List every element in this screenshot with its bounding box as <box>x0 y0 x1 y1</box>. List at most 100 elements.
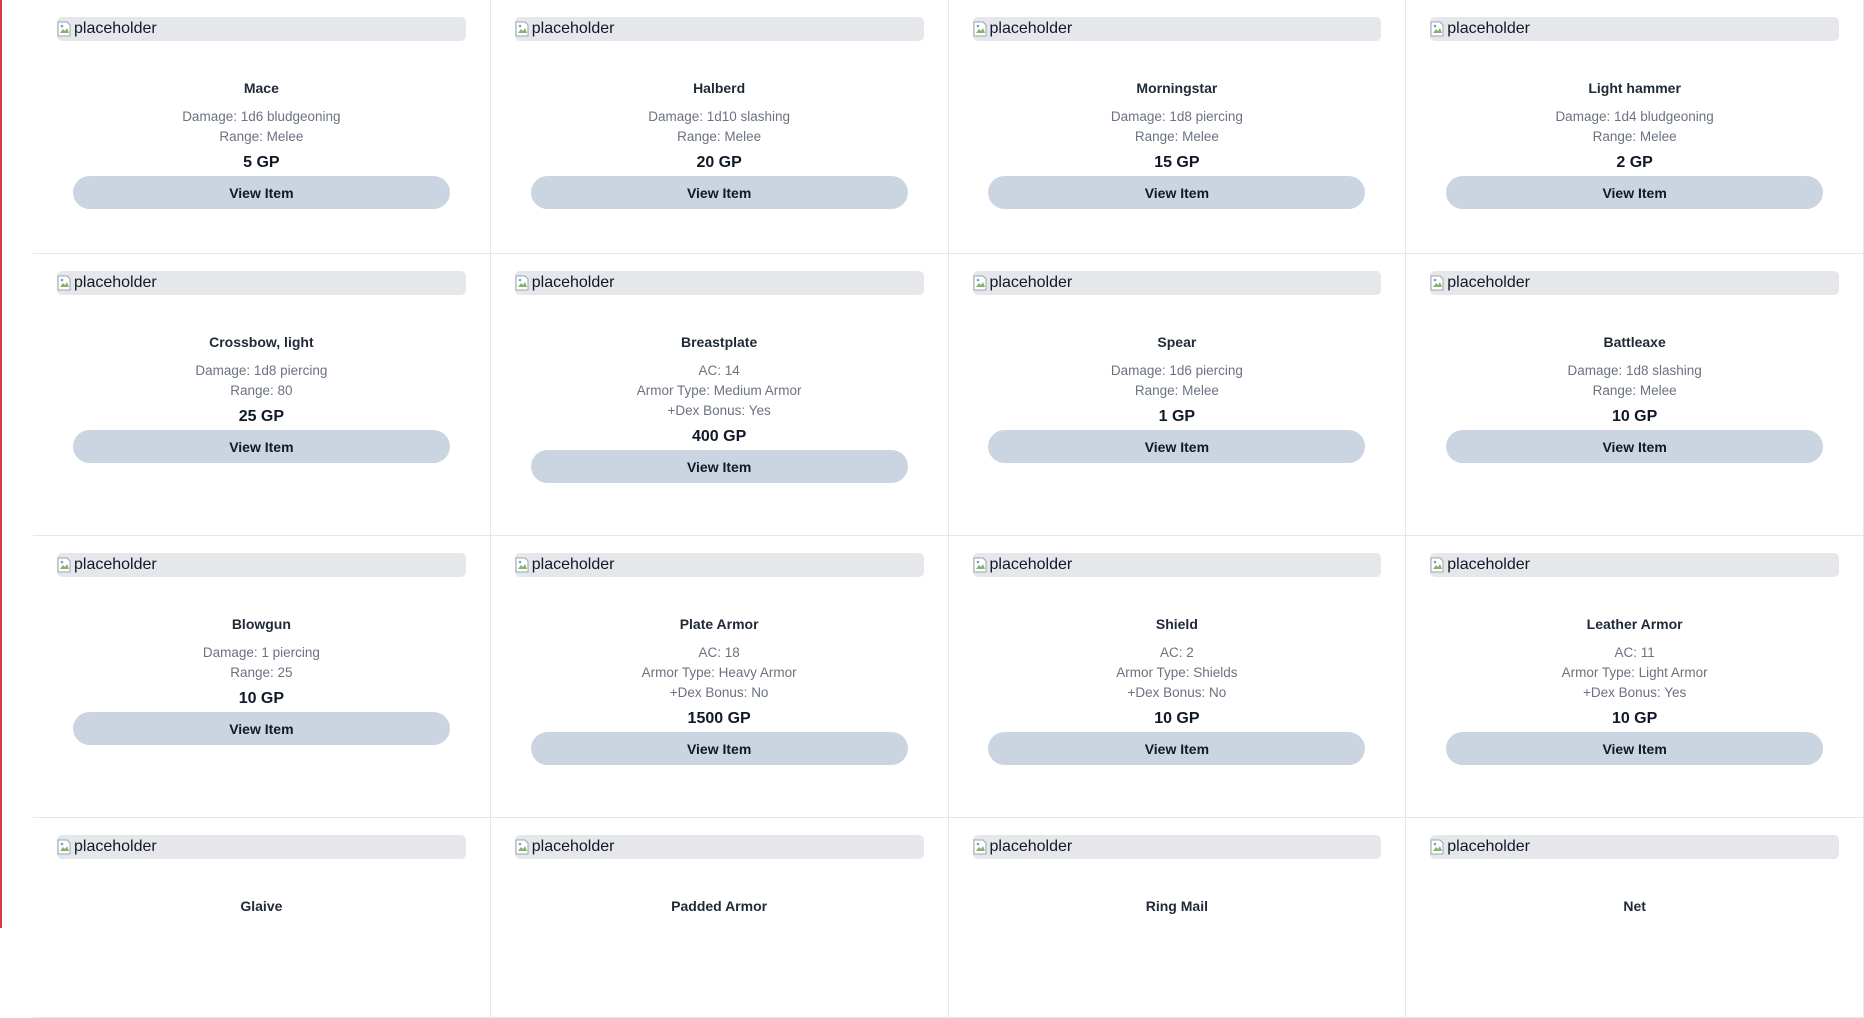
item-stat: Damage: 1d6 piercing <box>1110 363 1243 378</box>
item-name: Leather Armor <box>1586 616 1683 632</box>
view-item-button[interactable]: View Item <box>530 176 908 209</box>
item-stats: Damage: 1d6 piercing Range: Melee <box>1111 361 1243 401</box>
item-price: 10 GP <box>1611 710 1658 727</box>
item-image: placeholder <box>1430 835 1839 859</box>
item-image: placeholder <box>514 835 924 859</box>
broken-image-icon <box>57 21 71 37</box>
item-image: placeholder <box>514 553 924 577</box>
item-stat: Damage: 1 piercing <box>202 645 320 660</box>
item-name: Mace <box>243 80 279 96</box>
item-stat: Range: Melee <box>219 129 304 144</box>
broken-image-icon <box>1430 839 1444 855</box>
item-stat: Damage: 1d10 slashing <box>648 109 791 124</box>
item-name: Spear <box>1157 334 1197 350</box>
item-card-ring-mail: placeholder Ring Mail <box>948 818 1407 1018</box>
item-price: 10 GP <box>238 690 285 707</box>
item-card-spear: placeholder Spear Damage: 1d6 piercing Rang… <box>948 254 1407 536</box>
broken-image-icon <box>57 275 71 291</box>
broken-image-icon <box>973 557 986 573</box>
item-stat: Range: Melee <box>1592 383 1677 398</box>
item-grid: placeholder Mace Damage: 1d6 bludgeoning Ra… <box>33 0 1864 1018</box>
view-item-button[interactable]: View Item <box>1446 176 1824 209</box>
item-stats: AC: 18 Armor Type: Heavy Armor +Dex Bonus:… <box>642 643 797 703</box>
item-stat: Range: Melee <box>1134 129 1219 144</box>
item-stat: Armor Type: Light Armor <box>1561 665 1708 680</box>
item-card-net: placeholder Net <box>1406 818 1864 1018</box>
item-name: Light hammer <box>1588 80 1681 96</box>
item-card-battleaxe: placeholder Battleaxe Damage: 1d8 slashing… <box>1406 254 1864 536</box>
item-stats: AC: 2 Armor Type: Shields +Dex Bonus: No <box>1116 643 1237 703</box>
view-item-button[interactable]: View Item <box>988 176 1366 209</box>
item-image: placeholder <box>1430 271 1839 295</box>
item-name: Blowgun <box>231 616 291 632</box>
item-card-morningstar: placeholder Morningstar Damage: 1d8 pierci… <box>948 0 1407 254</box>
item-name: Breastplate <box>680 334 758 350</box>
item-image-alt-text: placeholder <box>989 838 1073 855</box>
item-price: 2 GP <box>1616 154 1653 171</box>
item-stat: AC: 18 <box>698 645 740 660</box>
item-stats: Damage: 1d4 bludgeoning Range: Melee <box>1555 107 1713 147</box>
item-stats: Damage: 1d10 slashing Range: Melee <box>648 107 790 147</box>
item-image-alt-text: placeholder <box>1447 556 1530 573</box>
item-name: Morningstar <box>1136 80 1218 96</box>
item-stats: AC: 14 Armor Type: Medium Armor +Dex Bonus… <box>637 361 802 421</box>
view-item-button[interactable]: View Item <box>72 712 450 745</box>
item-stat: AC: 14 <box>698 363 740 378</box>
item-image-alt-text: placeholder <box>531 838 615 855</box>
item-stat: +Dex Bonus: Yes <box>1583 685 1687 700</box>
broken-image-icon <box>515 21 529 37</box>
view-item-button[interactable]: View Item <box>988 430 1366 463</box>
item-image: placeholder <box>57 17 466 41</box>
item-image-alt-text: placeholder <box>989 556 1073 573</box>
item-image: placeholder <box>1430 17 1839 41</box>
broken-image-icon <box>973 275 986 291</box>
view-item-button[interactable]: View Item <box>988 732 1366 765</box>
view-item-button[interactable]: View Item <box>72 176 450 209</box>
item-card-padded-armor: placeholder Padded Armor <box>490 818 949 1018</box>
view-item-button[interactable]: View Item <box>1446 732 1824 765</box>
item-stat: Armor Type: Medium Armor <box>636 383 802 398</box>
item-stat: Range: Melee <box>1592 129 1677 144</box>
item-price: 10 GP <box>1154 710 1200 727</box>
item-stat: Range: 80 <box>230 383 293 398</box>
item-stat: AC: 2 <box>1159 645 1194 660</box>
item-image: placeholder <box>514 271 924 295</box>
item-name: Halberd <box>693 80 746 96</box>
item-image: placeholder <box>972 17 1382 41</box>
item-image: placeholder <box>972 271 1382 295</box>
item-card-glaive: placeholder Glaive <box>33 818 491 1018</box>
broken-image-icon <box>973 839 986 855</box>
item-stat: Damage: 1d6 bludgeoning <box>182 109 341 124</box>
item-card-shield: placeholder Shield AC: 2 Armor Type: Shield… <box>948 536 1407 818</box>
item-price: 400 GP <box>691 428 747 445</box>
left-edge-border <box>0 0 2 928</box>
broken-image-icon <box>1430 21 1444 37</box>
item-image: placeholder <box>972 835 1382 859</box>
item-card-blowgun: placeholder Blowgun Damage: 1 piercing Rang… <box>33 536 491 818</box>
item-image: placeholder <box>1430 553 1839 577</box>
item-stat: Armor Type: Heavy Armor <box>641 665 797 680</box>
item-price: 10 GP <box>1611 408 1658 425</box>
item-image: placeholder <box>57 835 466 859</box>
view-item-button[interactable]: View Item <box>530 732 908 765</box>
item-price: 1500 GP <box>687 710 751 727</box>
item-stat: Damage: 1d8 piercing <box>195 363 328 378</box>
item-image-alt-text: placeholder <box>531 20 615 37</box>
view-item-button[interactable]: View Item <box>530 450 908 483</box>
item-image-alt-text: placeholder <box>74 838 157 855</box>
item-stat: +Dex Bonus: No <box>1127 685 1227 700</box>
view-item-button[interactable]: View Item <box>1446 430 1824 463</box>
view-item-button[interactable]: View Item <box>72 430 450 463</box>
item-name: Plate Armor <box>679 616 759 632</box>
item-card-crossbow-light: placeholder Crossbow, light Damage: 1d8 pi… <box>33 254 491 536</box>
broken-image-icon <box>1430 557 1444 573</box>
item-stats: Damage: 1d8 piercing Range: 80 <box>195 361 327 401</box>
item-name: Padded Armor <box>671 898 768 914</box>
item-image-alt-text: placeholder <box>531 556 615 573</box>
item-stats: Damage: 1d6 bludgeoning Range: Melee <box>182 107 340 147</box>
broken-image-icon <box>57 839 71 855</box>
item-image-alt-text: placeholder <box>531 274 615 291</box>
item-card-plate-armor: placeholder Plate Armor AC: 18 Armor Type: … <box>490 536 949 818</box>
item-stat: Damage: 1d4 bludgeoning <box>1555 109 1714 124</box>
item-stat: Damage: 1d8 slashing <box>1567 363 1702 378</box>
